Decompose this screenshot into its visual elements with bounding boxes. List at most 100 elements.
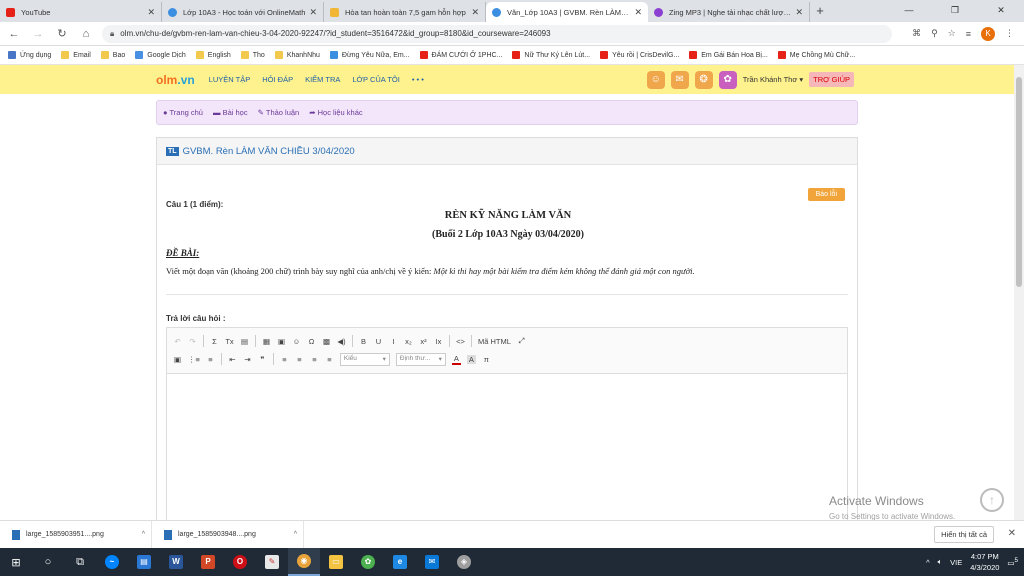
powerpoint-icon[interactable]: P — [192, 548, 224, 576]
toolbar-button[interactable]: ▣ — [173, 355, 182, 364]
reload-icon[interactable]: ↻ — [52, 27, 72, 40]
paint-icon[interactable]: ✎ — [256, 548, 288, 576]
toolbar-button[interactable]: ⤢ — [517, 336, 526, 346]
toolbar-button[interactable]: ▩ — [322, 337, 331, 346]
bookmark-star-icon[interactable]: ☆ — [948, 28, 956, 39]
bookmark-item[interactable]: Em Gái Bán Hoa Bị... — [689, 51, 768, 59]
page-scrollbar[interactable] — [1014, 65, 1024, 520]
browser-tab[interactable]: Zing MP3 | Nghe tải nhạc chất lượng ✕ — [648, 2, 810, 22]
style-select[interactable]: Kiểu ▾ — [339, 352, 390, 366]
zoom-icon[interactable]: ⚲ — [931, 28, 938, 39]
toolbar-button[interactable]: ↷ — [188, 337, 197, 346]
toolbar-button[interactable]: ↶ — [173, 337, 182, 346]
bookmark-item[interactable]: Google Dịch — [135, 51, 186, 59]
app-green-icon[interactable]: ✿ — [352, 548, 384, 576]
close-download-bar-icon[interactable]: ✕ — [1008, 528, 1016, 539]
font-color-button[interactable]: A — [451, 354, 461, 365]
file-explorer-icon[interactable]: ▭ — [320, 548, 352, 576]
toolbar-button[interactable]: ⋮≡ — [188, 355, 200, 364]
close-tab-icon[interactable]: ✕ — [309, 7, 317, 18]
menu-icon[interactable]: ⋮ — [1005, 28, 1014, 39]
volume-icon[interactable]: 🔈︎ — [938, 557, 943, 567]
bookmark-item[interactable]: English — [195, 51, 231, 59]
close-window-icon[interactable]: ✕ — [978, 0, 1024, 20]
toolbar-button[interactable]: ☺ — [292, 337, 301, 346]
bookmark-item[interactable]: Email — [61, 51, 91, 59]
bookmark-item[interactable]: Bao — [100, 51, 125, 59]
site-logo[interactable]: olm.vn — [156, 73, 195, 87]
toolbar-button[interactable]: Tx — [225, 337, 234, 346]
close-tab-icon[interactable]: ✕ — [634, 7, 642, 18]
bookmark-item[interactable]: Đừng Yêu Nữa, Em... — [329, 51, 410, 59]
toolbar-button[interactable]: ▤ — [240, 337, 249, 346]
edge-icon[interactable]: e — [384, 548, 416, 576]
toolbar-button[interactable]: ≡ — [280, 355, 289, 364]
toolbar-button[interactable]: ⇤ — [228, 355, 237, 364]
translate-icon[interactable]: ⌘ — [912, 28, 921, 39]
browser-tab[interactable]: Hòa tan hoàn toàn 7,5 gam hỗn hợp ✕ — [324, 2, 486, 22]
toolbar-button[interactable]: B — [359, 337, 368, 346]
download-item[interactable]: large_1585903951....png ^ — [0, 521, 152, 548]
format-select[interactable]: Định thư... ▾ — [395, 352, 446, 366]
chevron-up-icon[interactable]: ^ — [926, 558, 930, 567]
download-item[interactable]: large_1585903948....png ^ — [152, 521, 304, 548]
cortana-icon[interactable]: ○ — [32, 548, 64, 576]
toolbar-button[interactable]: ◀) — [337, 337, 346, 346]
messenger-icon[interactable]: ~ — [96, 548, 128, 576]
bookmark-apps[interactable]: Ứng dụng — [8, 51, 51, 59]
math-button[interactable]: π — [482, 355, 491, 364]
toolbar-button[interactable]: ≡ — [206, 355, 215, 364]
nav-kiem-tra[interactable]: KIỂM TRA — [305, 75, 340, 84]
subnav-materials[interactable]: ➦ Học liệu khác — [309, 108, 362, 117]
notifications-icon[interactable]: ▭5 — [1007, 557, 1018, 568]
toolbar-button[interactable]: Ω — [307, 337, 316, 346]
toolbar-button[interactable]: ≡ — [325, 355, 334, 364]
close-tab-icon[interactable]: ✕ — [147, 7, 155, 18]
scrollbar-thumb[interactable] — [1016, 77, 1022, 287]
bookmark-item[interactable]: ĐÁM CƯỚI Ở 1PHC... — [419, 51, 502, 59]
nav-lop-cua-toi[interactable]: LỚP CỦA TÔI — [352, 75, 399, 84]
toolbar-button[interactable]: U — [374, 337, 383, 346]
toolbar-button[interactable]: ▦ — [262, 337, 271, 346]
media-icon[interactable]: ≡ — [966, 29, 971, 39]
language-indicator[interactable]: VIE — [950, 558, 962, 567]
subnav-discussion[interactable]: ✎ Thảo luận — [258, 108, 300, 117]
friends-icon[interactable]: ☺ — [646, 70, 665, 89]
toolbar-button[interactable]: I — [389, 337, 398, 346]
subnav-home[interactable]: ● Trang chủ — [163, 108, 203, 117]
opera-icon[interactable]: O — [224, 548, 256, 576]
back-icon[interactable]: ← — [4, 28, 24, 40]
nav-more[interactable]: • • • — [412, 75, 424, 84]
windows-start-icon[interactable]: ⊞ — [0, 548, 32, 576]
rich-text-editor[interactable]: ↶ ↷ Σ Tx ▤ ▦ ▣ ☺ Ω ▩ ◀) B U Ix₂ x² Ix <> Mã HTML ⤢ ▣ ⋮≡ ≡ ⇤ ⇥ ❞… — [166, 327, 848, 521]
bookmark-item[interactable]: Mẹ Chồng Mù Chữ... — [777, 51, 855, 59]
word-icon[interactable]: W — [160, 548, 192, 576]
bookmark-item[interactable]: Nữ Thư Ký Lên Lút... — [512, 51, 590, 59]
nav-hoi-dap[interactable]: HỎI ĐÁP — [262, 75, 293, 84]
minimize-icon[interactable]: — — [886, 0, 932, 20]
browser-tab-active[interactable]: Văn_Lớp 10A3 | GVBM. Rèn LÀM VĂN ✕ — [486, 2, 648, 22]
clock[interactable]: 4:07 PM 4/3/2020 — [970, 551, 999, 573]
url-field[interactable]: 🔒︎ olm.vn/chu-de/gvbm-ren-lam-van-chieu-… — [102, 24, 892, 43]
show-all-downloads-button[interactable]: Hiển thị tất cả — [934, 526, 994, 543]
browser-tab[interactable]: Lớp 10A3 - Học toán với OnlineMath ✕ — [162, 2, 324, 22]
close-tab-icon[interactable]: ✕ — [471, 7, 479, 18]
mail-icon[interactable]: ✉ — [416, 548, 448, 576]
home-icon[interactable]: ⌂ — [76, 28, 96, 40]
user-name[interactable]: Trần Khánh Thơ ▾ — [743, 75, 803, 84]
close-tab-icon[interactable]: ✕ — [795, 7, 803, 18]
toolbar-button[interactable]: Σ — [210, 337, 219, 346]
bookmark-item[interactable]: KhanhNhu — [274, 51, 320, 59]
subnav-lessons[interactable]: ▬ Bài học — [213, 108, 248, 117]
toolbar-button[interactable]: ▣ — [277, 337, 286, 346]
toolbar-button[interactable]: ❞ — [258, 355, 267, 364]
bookmark-item[interactable]: Yêu rồi | CrisDevilG... — [600, 51, 679, 59]
toolbar-button[interactable]: ⇥ — [243, 355, 252, 364]
toolbar-button[interactable]: ≡ — [310, 355, 319, 364]
forward-icon[interactable]: → — [28, 28, 48, 40]
help-button[interactable]: TRỢ GIÚP — [809, 72, 854, 87]
chevron-up-icon[interactable]: ^ — [142, 531, 145, 538]
app-icon[interactable]: ▤ — [128, 548, 160, 576]
chrome-icon[interactable]: ◉ — [288, 548, 320, 576]
profile-avatar[interactable]: K — [981, 26, 995, 41]
